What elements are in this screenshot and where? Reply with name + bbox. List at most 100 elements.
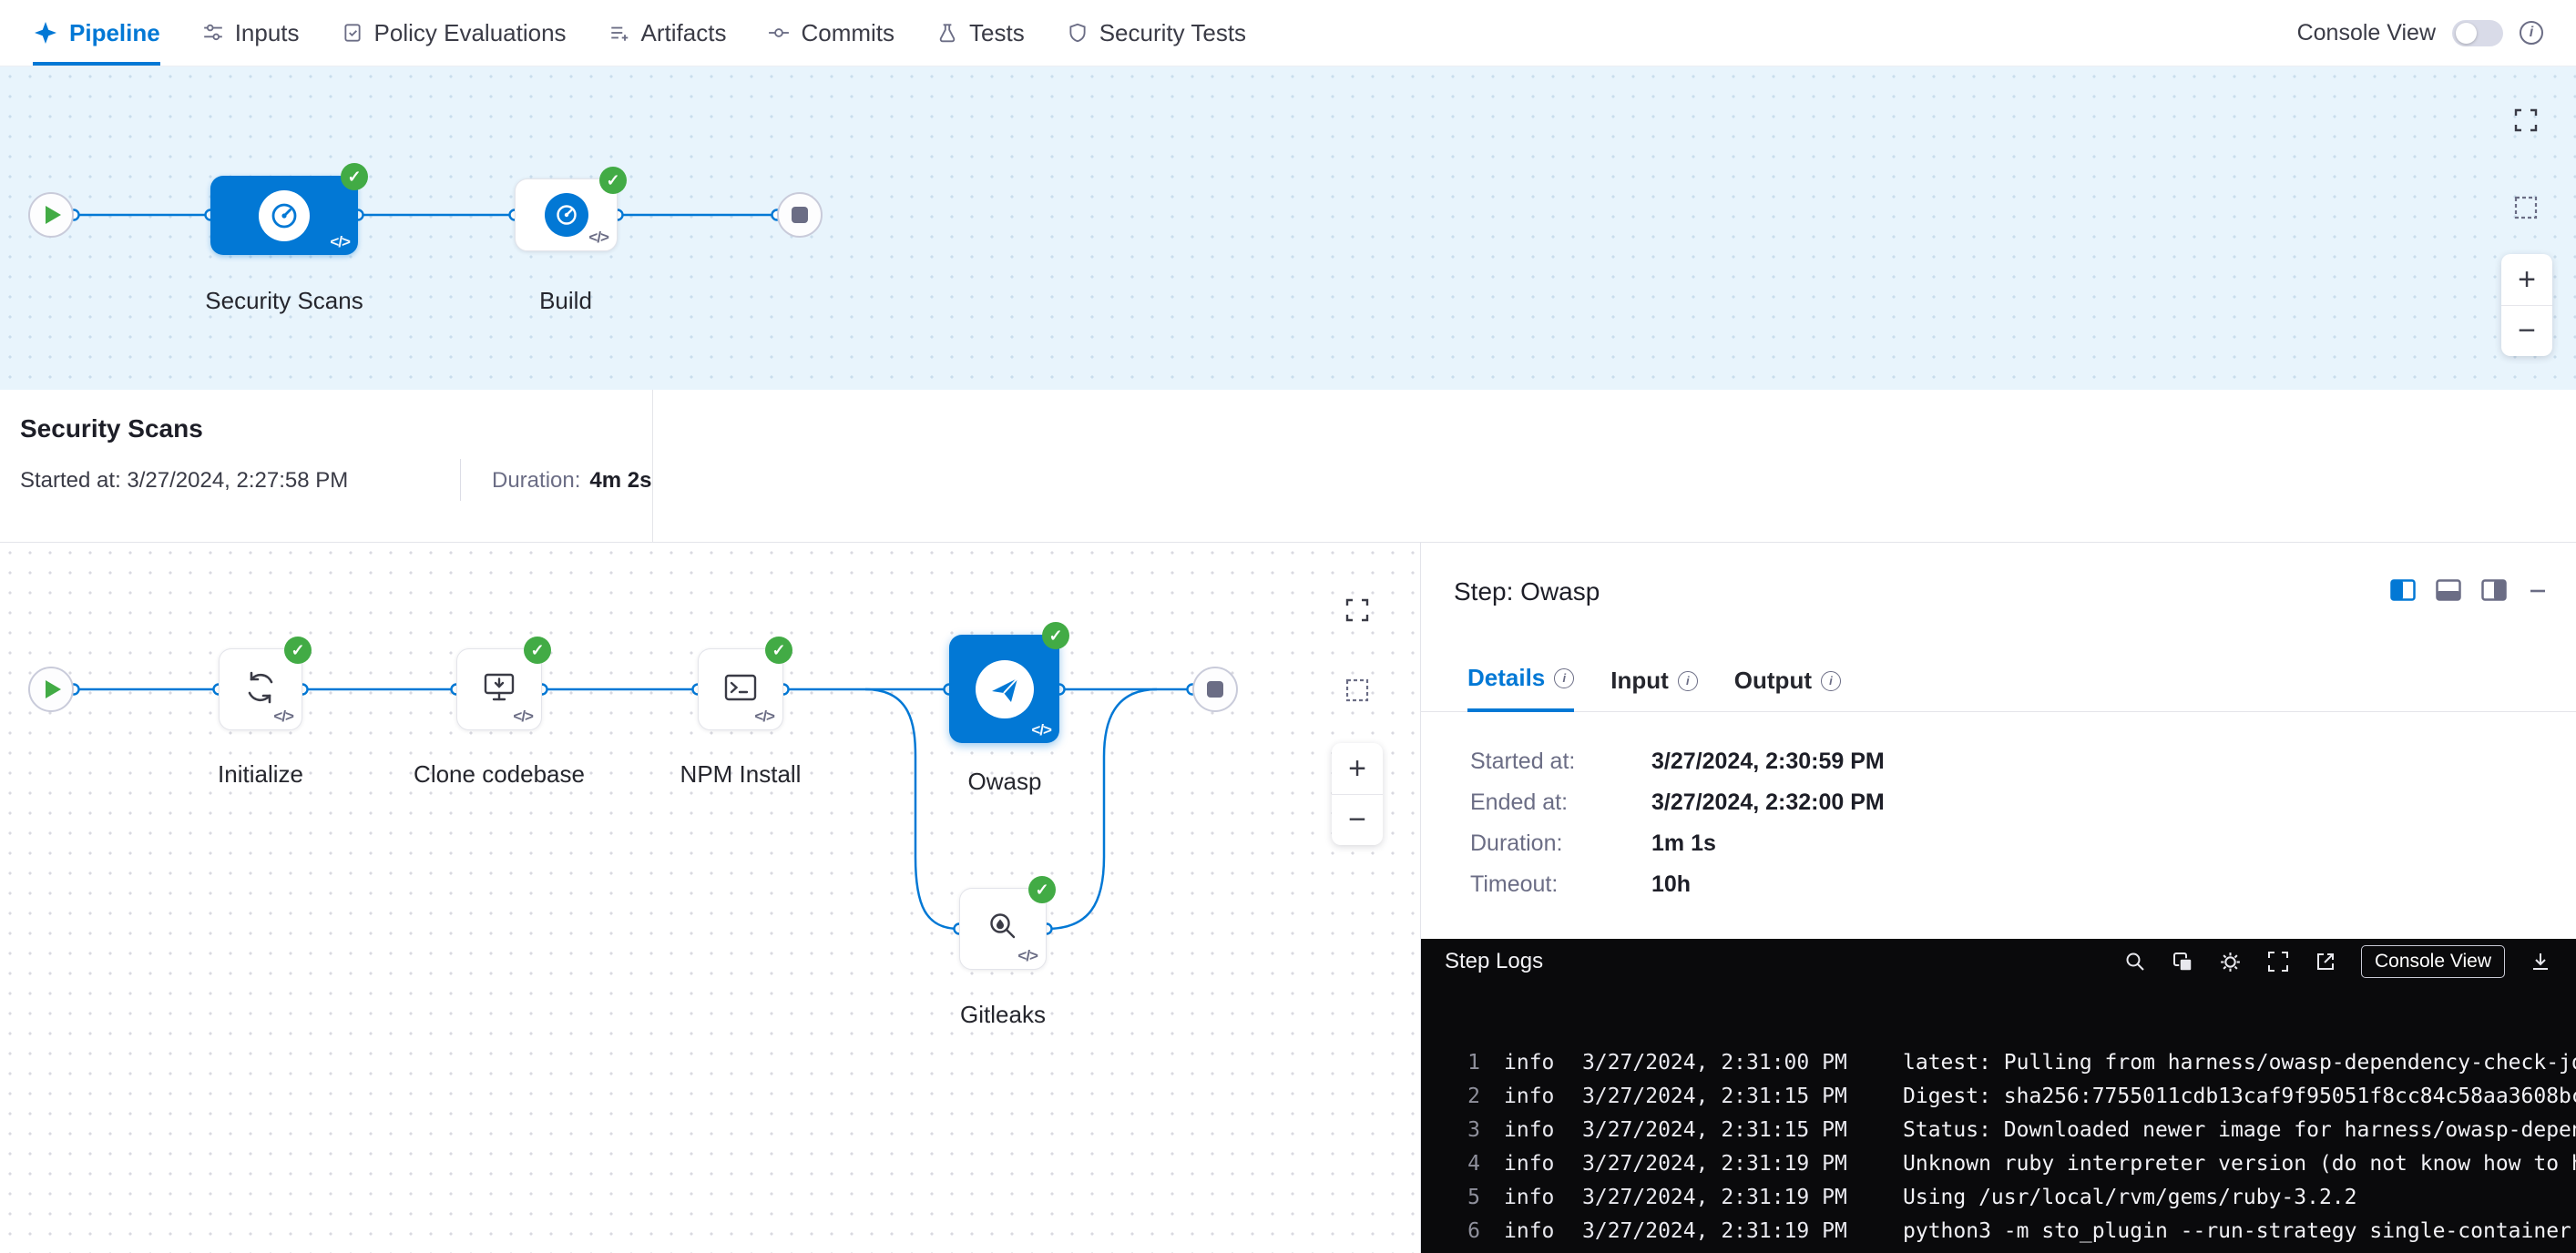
play-icon xyxy=(46,680,61,698)
pipeline-start-node[interactable] xyxy=(28,192,74,238)
log-message: Unknown ruby interpreter version (do not… xyxy=(1903,1147,2576,1181)
step-label-clone-codebase[interactable]: Clone codebase xyxy=(414,760,585,789)
zoom-out-button[interactable]: − xyxy=(2501,305,2552,356)
duration-value: 4m 2s xyxy=(589,468,651,493)
stop-icon xyxy=(1207,681,1223,698)
log-message: Digest: sha256:7755011cdb13caf9f95051f8c… xyxy=(1903,1080,2576,1114)
log-timestamp: 3/27/2024, 2:31:15 PM xyxy=(1582,1114,1903,1147)
list-plus-icon xyxy=(608,22,630,44)
zoom-in-button[interactable]: + xyxy=(1332,743,1383,794)
log-line: 1info3/27/2024, 2:31:00 PMlatest: Pullin… xyxy=(1439,1046,2576,1080)
minimize-icon[interactable] xyxy=(2527,579,2549,601)
zoom-out-button[interactable]: − xyxy=(1332,794,1383,845)
step-label-owasp[interactable]: Owasp xyxy=(968,768,1042,796)
step-logs-panel: Step Logs Conso xyxy=(1421,939,2576,1253)
info-icon: i xyxy=(1678,671,1698,691)
tab-label: Artifacts xyxy=(641,19,727,47)
zoom-controls: + − xyxy=(1332,743,1383,845)
code-glyph-icon: </> xyxy=(754,708,774,726)
tab-inputs[interactable]: Inputs xyxy=(202,0,300,66)
tab-input[interactable]: Input i xyxy=(1610,667,1698,711)
marquee-select-icon[interactable] xyxy=(1344,677,1371,704)
detail-label: Ended at: xyxy=(1470,789,1651,816)
tab-label: Details xyxy=(1467,664,1545,692)
step-detail-panel: Step: Owasp Details i xyxy=(1420,543,2576,1253)
step-logs-body[interactable]: 1info3/27/2024, 2:31:00 PMlatest: Pullin… xyxy=(1421,984,2576,1248)
detail-value: 3/27/2024, 2:30:59 PM xyxy=(1651,749,1885,775)
step-node-initialize[interactable]: ✓ </> xyxy=(219,648,302,730)
detail-row: Started at: 3/27/2024, 2:30:59 PM xyxy=(1470,741,2540,782)
step-node-owasp[interactable]: ✓ </> xyxy=(949,635,1059,743)
pipeline-end-node[interactable] xyxy=(777,192,823,238)
play-icon xyxy=(46,206,61,224)
download-logs-icon[interactable] xyxy=(2529,950,2552,973)
clipboard-check-icon xyxy=(342,22,363,44)
stage-label-build[interactable]: Build xyxy=(539,287,592,315)
step-label-initialize[interactable]: Initialize xyxy=(218,760,303,789)
expand-logs-icon[interactable] xyxy=(2266,950,2290,973)
step-node-npm-install[interactable]: ✓ </> xyxy=(698,648,783,730)
fullscreen-icon[interactable] xyxy=(2512,107,2540,134)
shield-icon xyxy=(1067,22,1089,44)
tab-security-tests[interactable]: Security Tests xyxy=(1067,0,1246,66)
stage-node-build[interactable]: ✓ </> xyxy=(515,178,618,251)
marquee-select-icon[interactable] xyxy=(2512,194,2540,221)
tab-pipeline[interactable]: Pipeline xyxy=(33,0,160,66)
log-line-number: 3 xyxy=(1439,1114,1480,1147)
step-node-gitleaks[interactable]: ✓ </> xyxy=(959,888,1047,970)
step-graph-canvas[interactable]: ✓ </> Initialize ✓ </> Clone codebase ✓ … xyxy=(0,543,1420,1253)
zoom-in-button[interactable]: + xyxy=(2501,254,2552,305)
copy-logs-icon[interactable] xyxy=(2171,950,2194,973)
log-timestamp: 3/27/2024, 2:31:00 PM xyxy=(1582,1046,1903,1080)
log-level: info xyxy=(1504,1181,1582,1215)
tab-output[interactable]: Output i xyxy=(1734,667,1841,711)
split-view-icon[interactable] xyxy=(2390,579,2416,601)
fullscreen-icon[interactable] xyxy=(1344,596,1371,624)
bottom-split: ✓ </> Initialize ✓ </> Clone codebase ✓ … xyxy=(0,542,2576,1253)
log-line: 2info3/27/2024, 2:31:15 PMDigest: sha256… xyxy=(1439,1080,2576,1114)
console-view-button[interactable]: Console View xyxy=(2361,945,2505,978)
console-view-toggle[interactable] xyxy=(2452,20,2503,46)
tab-details[interactable]: Details i xyxy=(1467,664,1574,712)
stage-graph-canvas[interactable]: ✓ </> Security Scans ✓ </> Build + − xyxy=(0,66,2576,390)
divider xyxy=(460,459,461,501)
stage-title: Security Scans xyxy=(20,414,203,443)
step-node-clone-codebase[interactable]: ✓ </> xyxy=(456,648,542,730)
log-timestamp: 3/27/2024, 2:31:15 PM xyxy=(1582,1080,1903,1114)
tab-tests[interactable]: Tests xyxy=(936,0,1025,66)
stage-node-security-scans[interactable]: ✓ </> xyxy=(210,176,358,255)
stage-label-security-scans[interactable]: Security Scans xyxy=(205,287,363,315)
harness-logo-icon xyxy=(33,20,58,46)
gitleaks-icon xyxy=(984,908,1022,951)
tab-commits[interactable]: Commits xyxy=(768,0,894,66)
log-line-number: 2 xyxy=(1439,1080,1480,1114)
security-scan-stage-icon xyxy=(259,190,310,241)
stage-duration: Duration:4m 2s xyxy=(492,468,651,494)
step-label-gitleaks[interactable]: Gitleaks xyxy=(960,1001,1046,1029)
stage-start-node[interactable] xyxy=(28,667,74,712)
step-details-table: Started at: 3/27/2024, 2:30:59 PM Ended … xyxy=(1470,741,2540,905)
owasp-icon xyxy=(976,660,1034,718)
settings-gear-icon[interactable] xyxy=(2218,950,2243,974)
tab-artifacts[interactable]: Artifacts xyxy=(608,0,727,66)
success-badge-icon: ✓ xyxy=(1028,876,1056,903)
log-line-number: 6 xyxy=(1439,1215,1480,1248)
bottom-view-icon[interactable] xyxy=(2436,579,2461,601)
code-glyph-icon: </> xyxy=(513,708,533,726)
success-badge-icon: ✓ xyxy=(599,167,627,194)
info-icon[interactable]: i xyxy=(2520,21,2543,45)
search-icon[interactable] xyxy=(2123,950,2147,973)
right-view-icon[interactable] xyxy=(2481,579,2507,601)
detail-row: Timeout: 10h xyxy=(1470,864,2540,905)
stage-end-node[interactable] xyxy=(1192,667,1238,712)
step-panel-tabs: Details i Input i Output i xyxy=(1421,645,2576,712)
detail-label: Timeout: xyxy=(1470,871,1651,898)
step-label-npm-install[interactable]: NPM Install xyxy=(680,760,802,789)
tab-label: Output xyxy=(1734,667,1812,695)
open-in-new-icon[interactable] xyxy=(2314,950,2337,973)
tab-policy-evaluations[interactable]: Policy Evaluations xyxy=(342,0,567,66)
zoom-controls: + − xyxy=(2501,254,2552,356)
log-line: 3info3/27/2024, 2:31:15 PMStatus: Downlo… xyxy=(1439,1114,2576,1147)
tab-label: Policy Evaluations xyxy=(374,19,567,47)
info-icon: i xyxy=(1554,668,1574,688)
